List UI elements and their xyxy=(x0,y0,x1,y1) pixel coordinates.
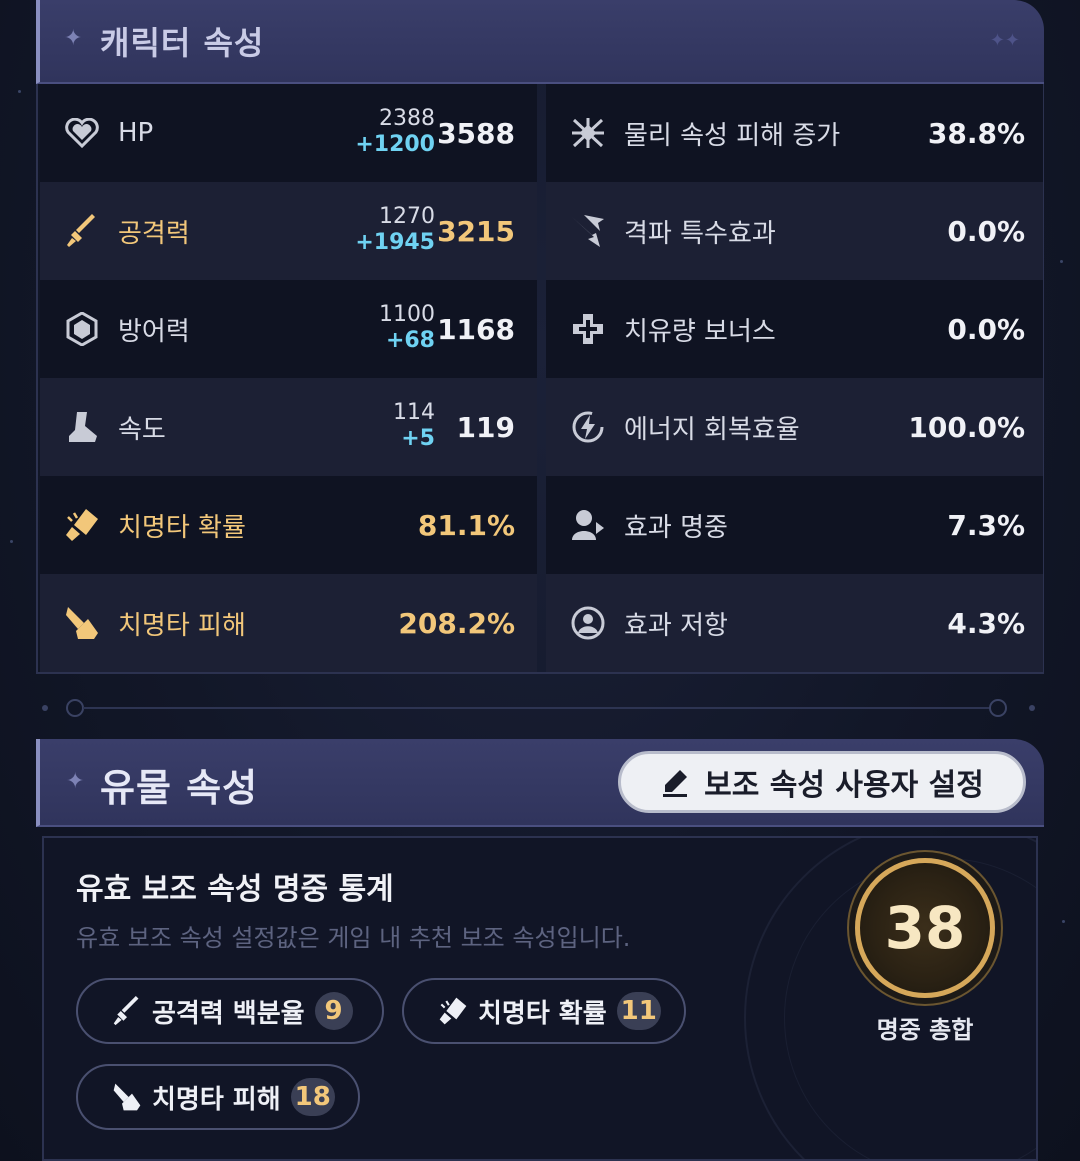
stat-row-physical-damage: 물리 속성 피해 증가 38.8% xyxy=(546,84,1043,182)
stat-label: 공격력 xyxy=(118,218,190,249)
sparkle-icon: ✦ xyxy=(66,769,85,794)
chip-count-badge: 18 xyxy=(290,1078,335,1116)
stat-row-healing-bonus: 치유량 보너스 0.0% xyxy=(546,280,1043,378)
stat-label: 방어력 xyxy=(118,316,190,347)
stat-bonus-value: +68 xyxy=(385,328,435,353)
character-stats-panel: ✦ 캐릭터 속성 ✦✦ HP 2388 +1200 3588 물리 속성 피해 … xyxy=(36,0,1044,674)
crit-damage-icon xyxy=(64,605,100,641)
substat-chip-crit-damage[interactable]: 치명타 피해 18 xyxy=(76,1064,360,1130)
chip-count-badge: 9 xyxy=(314,992,353,1030)
stat-value: 38.8% xyxy=(927,116,1025,150)
stat-base-value: 114 xyxy=(393,400,435,425)
relic-stats-panel: ✦ 유물 속성 보조 속성 사용자 설정 유효 보조 속성 명중 통계 유효 보… xyxy=(36,739,1044,1161)
boot-icon xyxy=(64,409,100,445)
effect-res-icon xyxy=(570,605,606,641)
substat-settings-button[interactable]: 보조 속성 사용자 설정 xyxy=(618,751,1026,813)
stat-bonus-value: +5 xyxy=(401,426,435,451)
substat-stats-subtitle: 유효 보조 속성 설정값은 게임 내 추천 보조 속성입니다. xyxy=(76,924,631,952)
stat-row-energy-regen: 에너지 회복효율 100.0% xyxy=(546,378,1043,476)
relic-stats-title: 유물 속성 xyxy=(100,766,259,810)
stat-total-value: 208.2% xyxy=(398,606,515,640)
heart-icon xyxy=(64,115,100,151)
stat-row-crit-damage: 치명타 피해 208.2% xyxy=(40,574,537,672)
stat-base-value: 2388 xyxy=(379,106,435,131)
sword-icon xyxy=(113,996,139,1026)
break-effect-icon xyxy=(570,213,606,249)
stat-label: 치유량 보너스 xyxy=(624,316,776,347)
healing-cross-icon xyxy=(570,311,606,347)
crit-rate-icon xyxy=(64,507,100,543)
stat-label: 물리 속성 피해 증가 xyxy=(624,120,841,151)
substat-chip-attack-percent[interactable]: 공격력 백분율 9 xyxy=(76,978,384,1044)
chip-count-badge: 11 xyxy=(616,992,661,1030)
stat-value: 4.3% xyxy=(947,606,1025,640)
substat-chip-crit-rate[interactable]: 치명타 확률 11 xyxy=(402,978,686,1044)
section-divider xyxy=(42,699,1035,717)
sparkle-icon: ✦✦ xyxy=(989,30,1020,51)
stat-total-value: 3215 xyxy=(437,214,515,248)
chip-label: 공격력 백분율 xyxy=(152,998,305,1029)
total-hit-score-value: 38 xyxy=(884,894,966,962)
stat-label: 치명타 확률 xyxy=(118,512,246,543)
stat-row-effect-hit: 효과 명중 7.3% xyxy=(546,476,1043,574)
sword-icon xyxy=(64,213,100,249)
stat-total-value: 81.1% xyxy=(417,508,515,542)
total-hit-score: 38 xyxy=(855,858,995,998)
stat-label: 효과 명중 xyxy=(624,512,728,543)
relic-stats-header: ✦ 유물 속성 보조 속성 사용자 설정 xyxy=(36,739,1044,827)
stat-label: 속도 xyxy=(118,414,166,445)
stat-base-value: 1270 xyxy=(379,204,435,229)
character-stats-title: 캐릭터 속성 xyxy=(100,24,265,62)
stat-bonus-value: +1200 xyxy=(355,132,435,157)
chip-label: 치명타 피해 xyxy=(152,1084,281,1115)
stat-row-hp: HP 2388 +1200 3588 xyxy=(40,84,537,182)
stat-label: 치명타 피해 xyxy=(118,610,246,641)
shield-icon xyxy=(64,311,100,347)
crit-rate-icon xyxy=(439,997,467,1025)
character-stats-header: ✦ 캐릭터 속성 ✦✦ xyxy=(36,0,1044,84)
stat-label: HP xyxy=(118,118,154,148)
stats-grid: HP 2388 +1200 3588 물리 속성 피해 증가 38.8% 공격력… xyxy=(36,84,1044,674)
substat-stats-card: 유효 보조 속성 명중 통계 유효 보조 속성 설정값은 게임 내 추천 보조 … xyxy=(42,836,1038,1161)
pencil-icon xyxy=(663,770,688,797)
stat-row-defense: 방어력 1100 +68 1168 xyxy=(40,280,537,378)
total-hit-label: 명중 총합 xyxy=(876,1016,974,1044)
stat-total-value: 119 xyxy=(456,410,515,444)
chip-label: 치명타 확률 xyxy=(478,998,607,1029)
stat-row-attack: 공격력 1270 +1945 3215 xyxy=(40,182,537,280)
energy-icon xyxy=(570,409,606,445)
stat-label: 격파 특수효과 xyxy=(624,218,776,249)
substat-stats-title: 유효 보조 속성 명중 통계 xyxy=(76,872,394,907)
stat-row-effect-res: 효과 저항 4.3% xyxy=(546,574,1043,672)
stat-row-speed: 속도 114 +5 119 xyxy=(40,378,537,476)
stat-row-crit-rate: 치명타 확률 81.1% xyxy=(40,476,537,574)
physical-damage-icon xyxy=(570,115,606,151)
stat-value: 0.0% xyxy=(947,312,1025,346)
stat-value: 0.0% xyxy=(947,214,1025,248)
stat-base-value: 1100 xyxy=(379,302,435,327)
background-star xyxy=(1062,920,1065,923)
background-star xyxy=(10,540,13,543)
stat-total-value: 3588 xyxy=(437,116,515,150)
background-star xyxy=(18,90,21,93)
stat-value: 100.0% xyxy=(908,410,1025,444)
stat-row-break-effect: 격파 특수효과 0.0% xyxy=(546,182,1043,280)
sparkle-icon: ✦ xyxy=(64,26,83,51)
effect-hit-icon xyxy=(570,507,606,543)
stat-label: 효과 저항 xyxy=(624,610,728,641)
stat-value: 7.3% xyxy=(947,508,1025,542)
stat-total-value: 1168 xyxy=(437,312,515,346)
background-star xyxy=(1060,260,1063,263)
stat-label: 에너지 회복효율 xyxy=(624,414,800,445)
settings-button-label: 보조 속성 사용자 설정 xyxy=(704,768,984,803)
crit-damage-icon xyxy=(113,1083,141,1111)
stat-bonus-value: +1945 xyxy=(355,230,435,255)
